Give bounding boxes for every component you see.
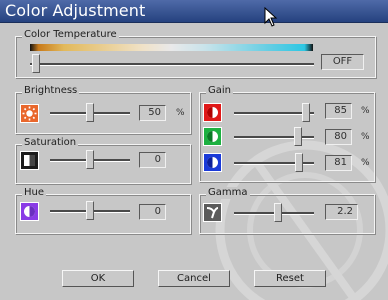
slider-thumb[interactable]	[32, 54, 40, 73]
brightness-label: Brightness	[22, 85, 80, 97]
brightness-value: 50	[139, 105, 166, 121]
slider-thumb[interactable]	[302, 103, 310, 122]
green-gain-unit: %	[361, 132, 370, 142]
color-temperature-value: OFF	[321, 54, 364, 70]
saturation-label: Saturation	[22, 137, 79, 149]
color-temperature-slider[interactable]	[30, 54, 314, 73]
blue-gain-icon	[203, 153, 222, 172]
hue-slider[interactable]	[50, 201, 130, 220]
slider-track	[234, 136, 314, 139]
hue-icon	[20, 202, 39, 221]
brightness-unit: %	[176, 108, 185, 118]
gamma-icon	[203, 203, 222, 222]
slider-thumb[interactable]	[294, 127, 302, 146]
slider-track	[30, 63, 314, 66]
green-gain-slider[interactable]	[234, 127, 314, 146]
slider-thumb[interactable]	[86, 201, 94, 220]
title-bar[interactable]: Color Adjustment	[0, 0, 388, 23]
hue-value: 0	[139, 204, 166, 220]
slider-thumb[interactable]	[295, 153, 303, 172]
mouse-cursor-icon	[264, 7, 278, 27]
red-gain-icon	[203, 103, 222, 122]
slider-thumb[interactable]	[86, 103, 94, 122]
gamma-value: 2.2	[325, 204, 358, 220]
slider-thumb[interactable]	[86, 150, 94, 169]
hue-label: Hue	[22, 187, 47, 199]
ok-button[interactable]: OK	[62, 270, 134, 287]
saturation-slider[interactable]	[50, 150, 130, 169]
cancel-button[interactable]: Cancel	[158, 270, 230, 287]
saturation-value: 0	[139, 152, 166, 168]
gamma-label: Gamma	[206, 187, 250, 199]
blue-gain-slider[interactable]	[234, 153, 314, 172]
saturation-icon	[20, 151, 39, 170]
red-gain-value: 85	[325, 103, 352, 119]
blue-gain-unit: %	[361, 158, 370, 168]
color-adjustment-window: Color Adjustment Color Temperature OFF B…	[0, 0, 388, 300]
slider-thumb[interactable]	[274, 203, 282, 222]
blue-gain-value: 81	[325, 155, 352, 171]
color-temperature-gradient	[30, 44, 313, 51]
window-title: Color Adjustment	[5, 1, 146, 20]
green-gain-value: 80	[325, 129, 352, 145]
color-temperature-label: Color Temperature	[22, 29, 119, 41]
brightness-slider[interactable]	[50, 103, 130, 122]
gamma-slider[interactable]	[234, 203, 314, 222]
red-gain-unit: %	[361, 106, 370, 116]
reset-button[interactable]: Reset	[254, 270, 326, 287]
gain-label: Gain	[206, 85, 233, 97]
red-gain-slider[interactable]	[234, 103, 314, 122]
brightness-icon	[20, 104, 39, 123]
green-gain-icon	[203, 127, 222, 146]
